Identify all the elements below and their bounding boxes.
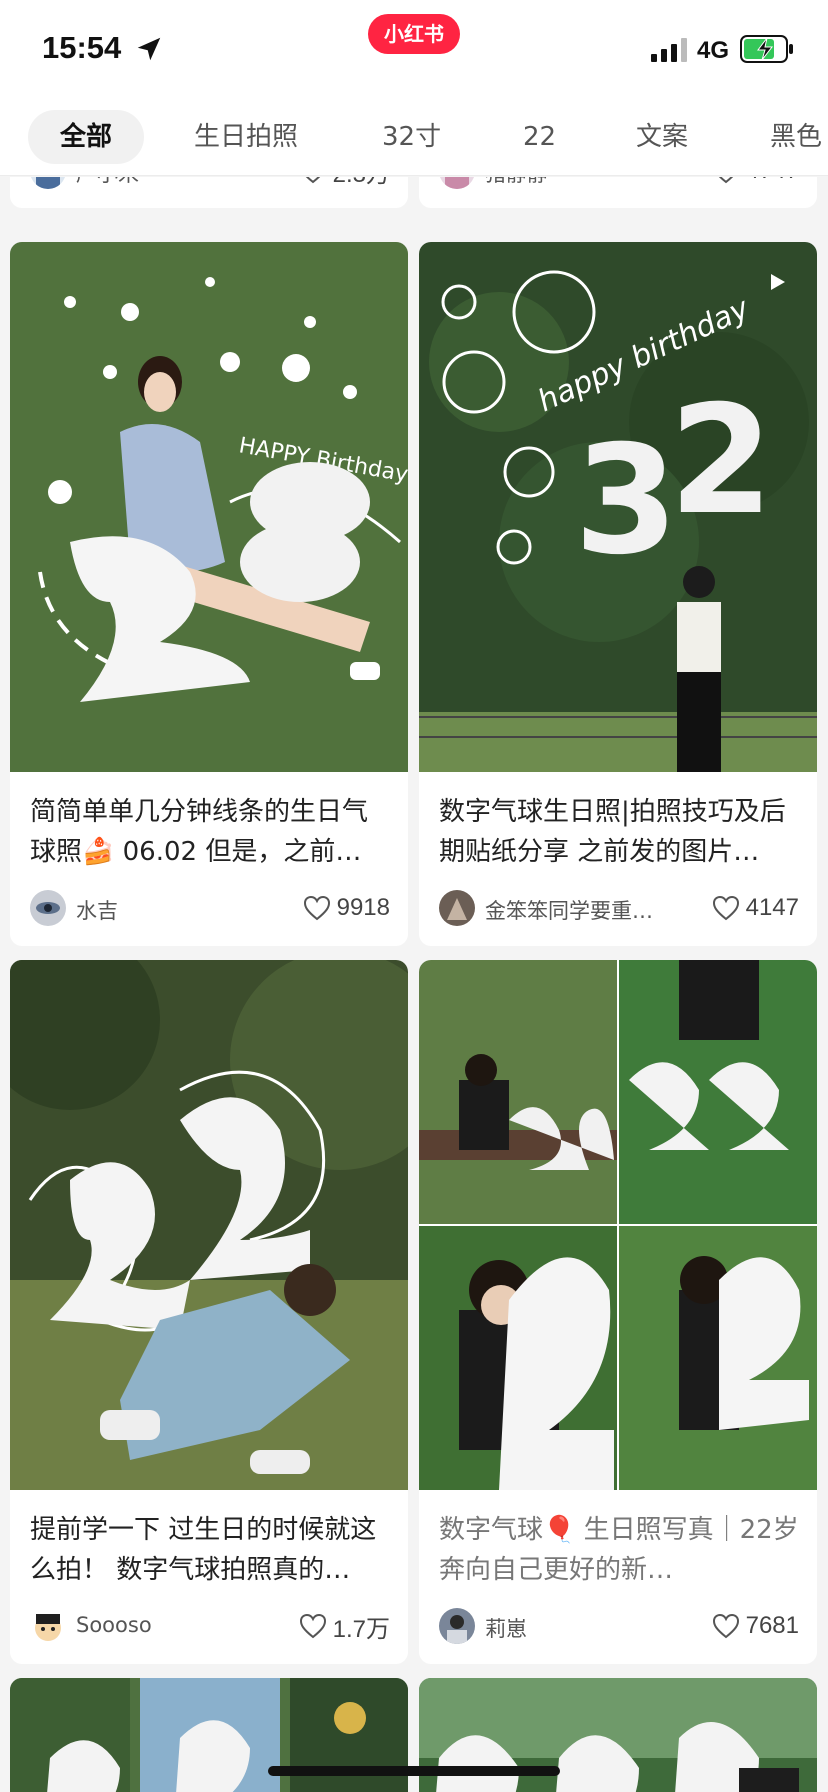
- status-time: 15:54: [42, 30, 122, 65]
- like-button[interactable]: 4747: [712, 177, 799, 189]
- category-tabs: 全部 生日拍照 32寸 22 文案 黑色: [0, 100, 828, 176]
- post-cover-image[interactable]: HAPPY Birthday: [10, 242, 408, 772]
- post-meta: Soooso 1.7万: [30, 1608, 390, 1644]
- post-meta: 严小米 2.3万: [30, 177, 390, 189]
- avatar[interactable]: [439, 177, 475, 189]
- post-meta: 猪静静 4747: [439, 177, 799, 189]
- post-card[interactable]: happy birthday 3 2 数字气球生日照|拍照技巧及后期贴纸分享 之…: [419, 242, 817, 946]
- home-indicator[interactable]: [268, 1766, 560, 1776]
- author-name[interactable]: 严小米: [76, 177, 276, 188]
- heart-icon: [305, 177, 320, 184]
- post-meta: 金笨笨同学要重… 4147: [439, 890, 799, 926]
- heart-icon: [303, 895, 330, 921]
- post-title[interactable]: 数字气球生日照|拍照技巧及后期贴纸分享 之前发的图片…: [439, 792, 799, 872]
- tab-copywriting[interactable]: 文案: [636, 110, 688, 164]
- like-button[interactable]: 2.3万: [299, 177, 390, 189]
- author-name[interactable]: Soooso: [76, 1613, 276, 1637]
- network-label: 4G: [697, 37, 730, 64]
- like-button[interactable]: 4147: [712, 890, 799, 926]
- status-bar: 15:54 小红书 4G: [0, 0, 828, 100]
- feed: 严小米 2.3万 猪静静 4747: [0, 177, 828, 1792]
- avatar[interactable]: [30, 177, 66, 189]
- app-logo: 小红书: [368, 14, 460, 54]
- author-name[interactable]: 水吉: [76, 895, 276, 925]
- post-meta: 莉崽 7681: [439, 1608, 799, 1644]
- post-card[interactable]: 猪静静 4747: [419, 177, 817, 208]
- tab-all[interactable]: 全部: [28, 110, 144, 164]
- like-count: 2.3万: [333, 177, 390, 189]
- tab-black[interactable]: 黑色: [770, 110, 822, 164]
- like-count: 7681: [745, 1612, 799, 1639]
- avatar[interactable]: [439, 1608, 475, 1644]
- post-cover-image[interactable]: [10, 960, 408, 1490]
- post-title[interactable]: 数字气球🎈 生日照写真｜22岁 奔向自己更好的新…: [439, 1510, 799, 1590]
- heart-icon: [712, 895, 739, 921]
- like-button[interactable]: 1.7万: [299, 1608, 390, 1644]
- signal-icon: [651, 38, 687, 62]
- avatar[interactable]: [30, 890, 66, 926]
- tab-32-inch[interactable]: 32寸: [382, 110, 441, 164]
- like-count: 9918: [336, 894, 390, 921]
- post-card[interactable]: 提前学一下 过生日的时候就这么拍！ 数字气球拍照真的… Soooso 1.7万: [10, 960, 408, 1664]
- like-button[interactable]: 9918: [303, 890, 390, 926]
- svg-text:3: 3: [574, 414, 678, 588]
- svg-text:2: 2: [669, 374, 773, 548]
- avatar[interactable]: [439, 890, 475, 926]
- post-title[interactable]: 提前学一下 过生日的时候就这么拍！ 数字气球拍照真的…: [30, 1510, 390, 1590]
- post-card[interactable]: 严小米 2.3万: [10, 177, 408, 208]
- heart-icon: [718, 177, 733, 184]
- post-cover-image[interactable]: [419, 960, 817, 1490]
- post-cover-image[interactable]: happy birthday 3 2: [419, 242, 817, 772]
- tab-birthday-photo[interactable]: 生日拍照: [194, 110, 298, 164]
- post-title[interactable]: 简简单单几分钟线条的生日气球照🍰 06.02 但是，之前…: [30, 792, 390, 872]
- like-count: 4147: [745, 894, 799, 921]
- like-count: 4747: [746, 177, 799, 185]
- post-card[interactable]: HAPPY Birthday 简简单单几分钟线条的生日气球照🍰 06.02 但是…: [10, 242, 408, 946]
- location-arrow-icon: [137, 37, 161, 61]
- like-count: 1.7万: [332, 1615, 390, 1643]
- heart-icon: [299, 1613, 326, 1639]
- heart-icon: [712, 1613, 739, 1639]
- author-name[interactable]: 莉崽: [485, 1613, 685, 1643]
- battery-charging-icon: [740, 35, 793, 63]
- post-meta: 水吉 9918: [30, 890, 390, 926]
- tab-22[interactable]: 22: [523, 110, 556, 164]
- like-button[interactable]: 7681: [712, 1608, 799, 1644]
- post-card[interactable]: 数字气球🎈 生日照写真｜22岁 奔向自己更好的新… 莉崽 7681: [419, 960, 817, 1664]
- author-name[interactable]: 金笨笨同学要重…: [485, 895, 685, 925]
- avatar[interactable]: [30, 1608, 66, 1644]
- author-name[interactable]: 猪静静: [485, 177, 685, 188]
